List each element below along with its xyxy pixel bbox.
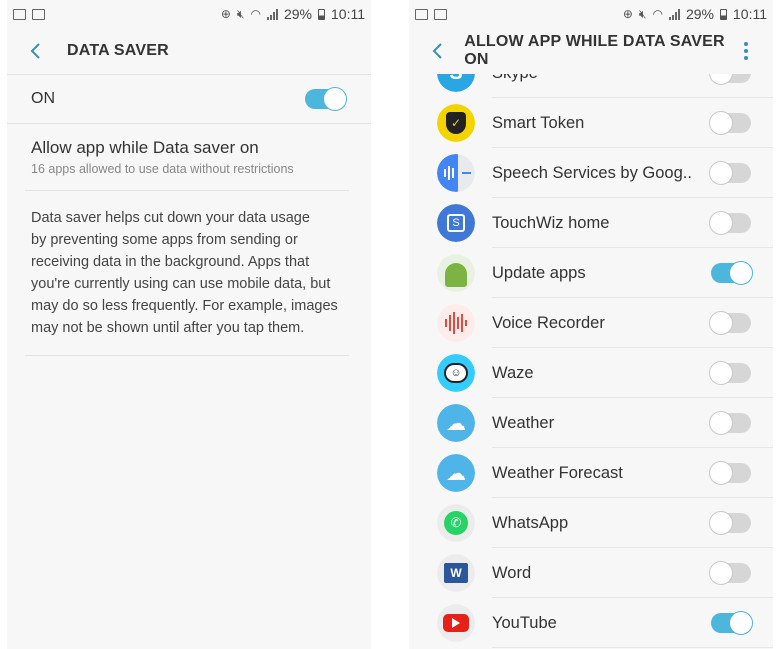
battery-percent: 29% (283, 6, 312, 22)
app-row[interactable]: ☁ Weather (409, 398, 773, 448)
app-data-switch[interactable] (709, 311, 751, 335)
app-data-switch[interactable] (709, 561, 751, 585)
back-button[interactable] (427, 40, 448, 62)
data-saver-toggle-row[interactable]: ON (7, 75, 371, 123)
youtube-icon (437, 604, 475, 642)
mail-icon (415, 8, 428, 20)
description-line: receiving data in the background. Apps t… (31, 254, 310, 270)
wifi-icon: ◠ (250, 7, 261, 21)
data-saver-icon: ⊕ (220, 7, 231, 21)
app-data-switch[interactable] (709, 111, 751, 135)
on-label: ON (31, 90, 55, 107)
page-title: ALLOW APP WHILE DATA SAVER ON (464, 33, 725, 68)
data-saver-icon: ⊕ (622, 7, 633, 21)
status-bar: ⊕ 🔇︎ ◠ 29% 10:11 (409, 0, 773, 28)
app-data-switch[interactable] (709, 161, 751, 185)
divider (492, 647, 773, 648)
voice-recorder-icon (437, 304, 475, 342)
app-row[interactable]: ☺ Waze (409, 348, 773, 398)
app-row[interactable]: S Skype (409, 74, 773, 98)
app-row[interactable]: YouTube (409, 598, 773, 648)
divider (25, 355, 349, 356)
mail-icon (13, 8, 26, 20)
clock: 10:11 (331, 6, 365, 22)
allow-app-screen: ⊕ 🔇︎ ◠ 29% 10:11 ALLOW APP WHILE DATA SA… (409, 0, 773, 649)
more-options-icon[interactable] (743, 42, 749, 60)
app-name: Word (492, 563, 532, 582)
wifi-icon: ◠ (652, 7, 663, 21)
android-update-icon (437, 254, 475, 292)
app-row[interactable]: Speech Services by Goog.. (409, 148, 773, 198)
app-row[interactable]: Voice Recorder (409, 298, 773, 348)
touchwiz-home-icon: S (437, 204, 475, 242)
app-row[interactable]: ✓ Smart Token (409, 98, 773, 148)
app-data-switch[interactable] (709, 461, 751, 485)
description-line: you're currently using can use mobile da… (31, 276, 331, 292)
app-data-switch[interactable] (709, 411, 751, 435)
waze-icon: ☺ (437, 354, 475, 392)
app-data-switch[interactable] (709, 74, 751, 85)
app-row[interactable]: S TouchWiz home (409, 198, 773, 248)
signal-icon (266, 8, 278, 20)
chevron-left-icon (30, 43, 40, 59)
app-row[interactable]: ☁ Weather Forecast (409, 448, 773, 498)
mute-icon: 🔇︎ (638, 6, 647, 21)
app-name: Speech Services by Goog.. (492, 163, 692, 182)
app-data-switch[interactable] (709, 361, 751, 385)
app-data-switch[interactable] (711, 261, 753, 285)
chevron-left-icon (432, 43, 442, 59)
signal-icon (668, 8, 680, 20)
description-line: may not be shown until after you tap the… (31, 320, 305, 336)
app-row[interactable]: Update apps (409, 248, 773, 298)
description: Data saver helps cut down your data usag… (7, 191, 371, 355)
weather-icon: ☁ (437, 404, 475, 442)
smart-token-icon: ✓ (437, 104, 475, 142)
app-data-switch[interactable] (709, 211, 751, 235)
status-bar: ⊕ 🔇︎ ◠ 29% 10:11 (7, 0, 371, 28)
app-name: WhatsApp (492, 513, 569, 532)
app-data-switch[interactable] (709, 511, 751, 535)
skype-icon: S (437, 74, 475, 92)
speech-services-icon (437, 154, 475, 192)
clock: 10:11 (733, 6, 767, 22)
allow-app-subtitle: 16 apps allowed to use data without rest… (31, 162, 294, 176)
word-icon: W (437, 554, 475, 592)
battery-icon (720, 8, 727, 20)
battery-percent: 29% (685, 6, 714, 22)
app-row[interactable]: ✆ WhatsApp (409, 498, 773, 548)
app-name: YouTube (492, 613, 557, 632)
app-bar: DATA SAVER (7, 28, 371, 74)
description-line: may do so less frequently. For example, … (31, 298, 338, 314)
app-data-switch[interactable] (711, 611, 753, 635)
data-saver-screen: ⊕ 🔇︎ ◠ 29% 10:11 DATA SAVER ON Allow app… (7, 0, 371, 649)
image-icon (32, 8, 45, 20)
app-name: Weather Forecast (492, 463, 623, 482)
battery-icon (318, 8, 325, 20)
app-row[interactable]: W Word (409, 548, 773, 598)
whatsapp-icon: ✆ (437, 504, 475, 542)
back-button[interactable] (25, 40, 47, 62)
data-saver-switch[interactable] (305, 87, 347, 111)
description-line: by preventing some apps from sending or (31, 232, 298, 248)
app-name: Waze (492, 363, 534, 382)
allow-app-title: Allow app while Data saver on (31, 138, 259, 157)
mute-icon: 🔇︎ (236, 6, 245, 21)
app-name: Skype (492, 74, 538, 83)
app-name: Voice Recorder (492, 313, 605, 332)
weather-forecast-icon: ☁ (437, 454, 475, 492)
page-title: DATA SAVER (67, 42, 169, 59)
app-name: Smart Token (492, 113, 585, 132)
app-list: S Skype ✓ Smart Token Speech Services by Goo… (409, 74, 773, 649)
app-bar: ALLOW APP WHILE DATA SAVER ON (409, 28, 773, 74)
app-name: Weather (492, 413, 555, 432)
description-line: Data saver helps cut down your data usag… (31, 210, 310, 226)
image-icon (434, 8, 447, 20)
app-name: TouchWiz home (492, 213, 610, 232)
allow-app-item[interactable]: Allow app while Data saver on 16 apps al… (7, 124, 371, 190)
app-name: Update apps (492, 263, 586, 282)
